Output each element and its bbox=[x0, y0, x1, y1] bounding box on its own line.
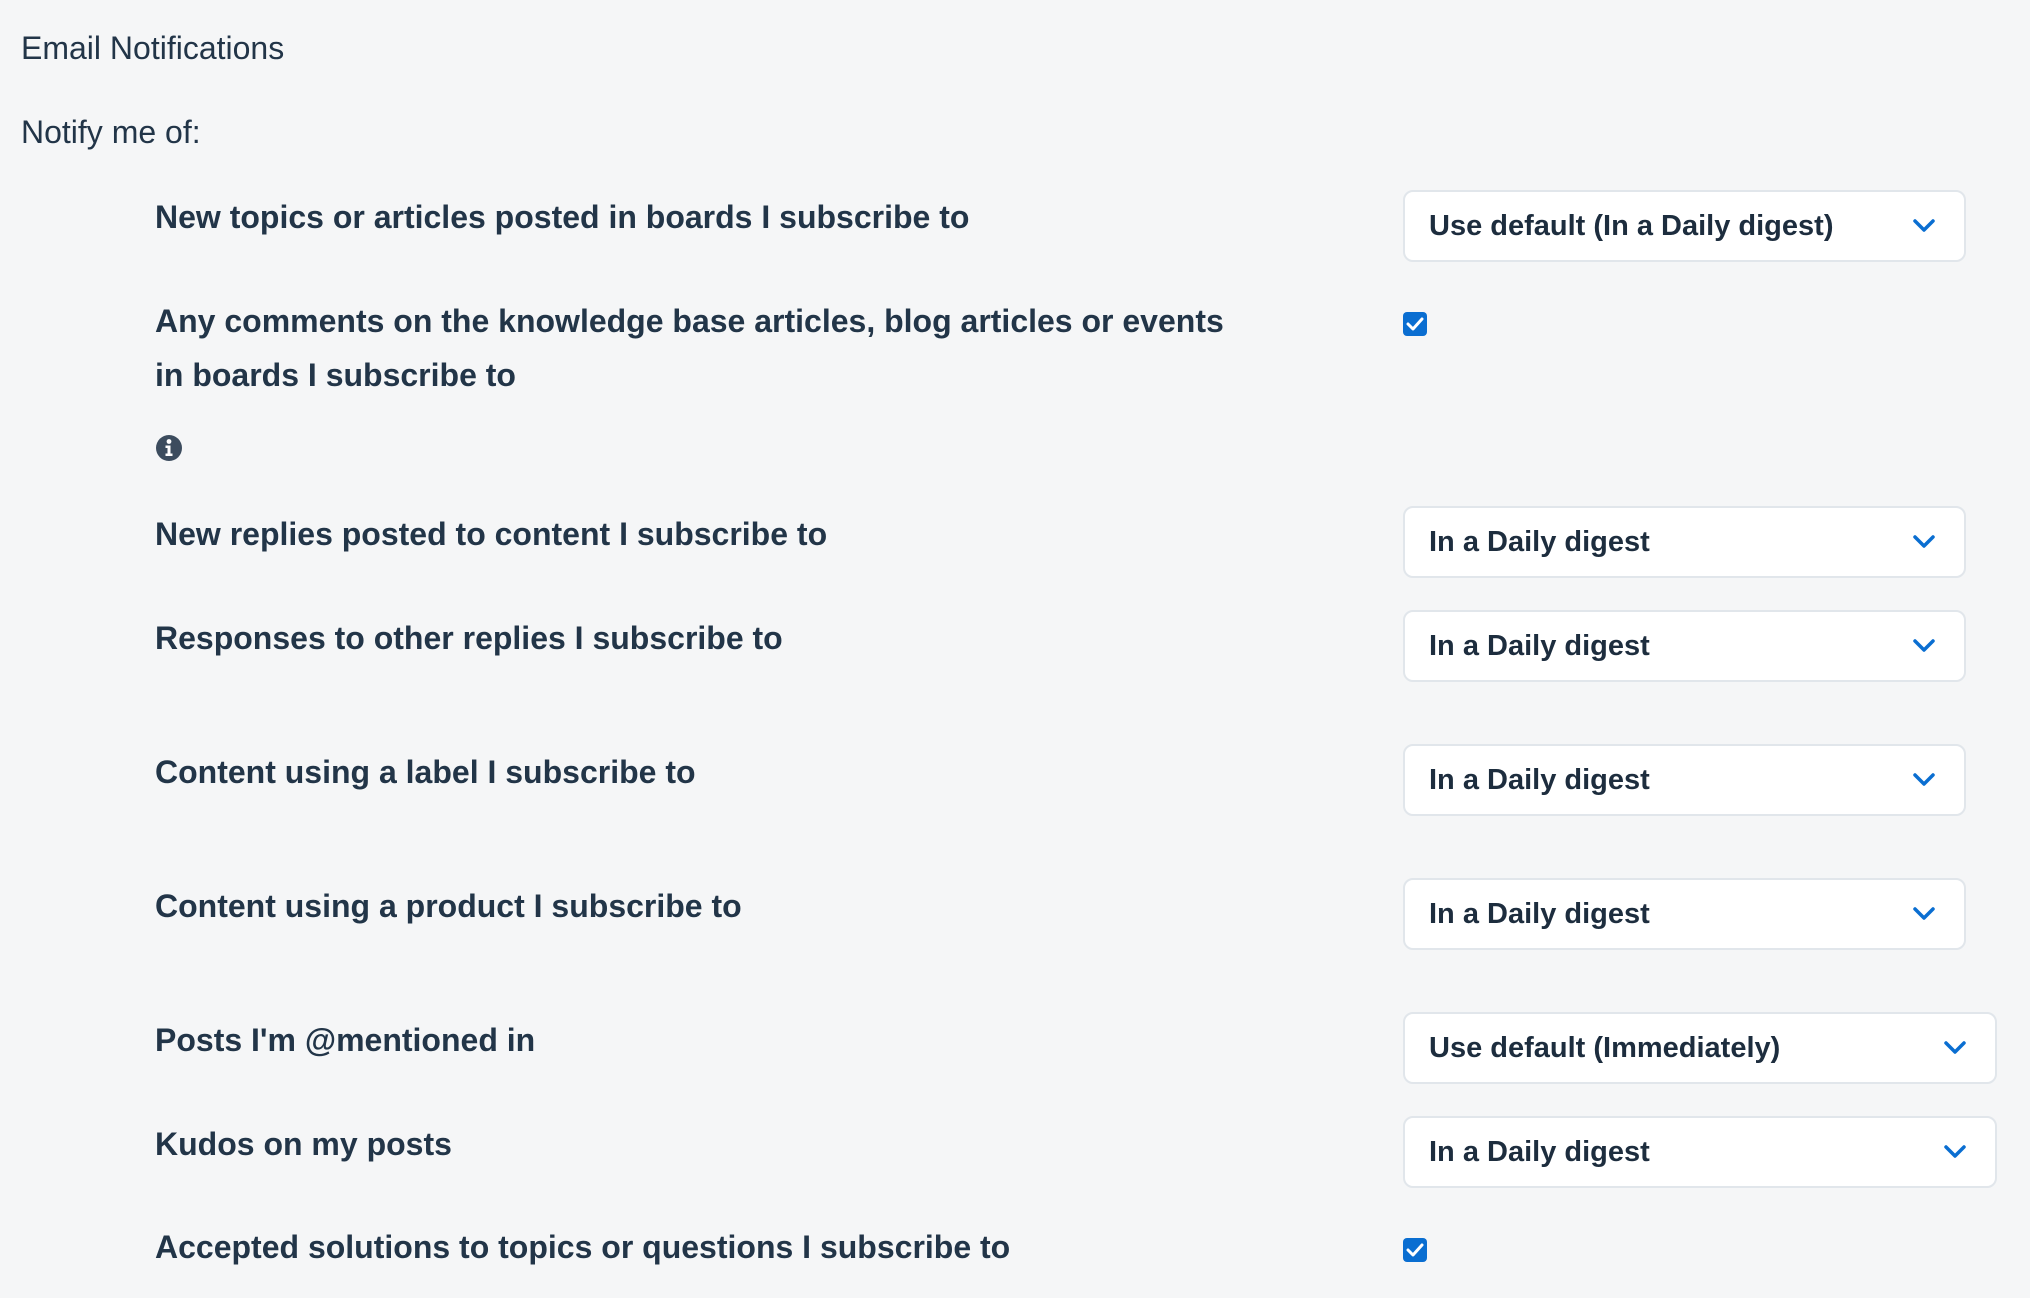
chevron-down-icon bbox=[1944, 1041, 1966, 1054]
select-mentions[interactable]: Use default (Immediately) bbox=[1403, 1012, 1997, 1084]
select-value: In a Daily digest bbox=[1429, 763, 1650, 796]
select-label-content[interactable]: In a Daily digest bbox=[1403, 744, 1966, 816]
select-value: In a Daily digest bbox=[1429, 525, 1650, 558]
select-product-content[interactable]: In a Daily digest bbox=[1403, 878, 1966, 950]
section-title: Email Notifications bbox=[21, 30, 285, 66]
option-label-label-content: Content using a label I subscribe to bbox=[155, 754, 696, 790]
chevron-down-icon bbox=[1913, 639, 1935, 652]
select-new-replies[interactable]: In a Daily digest bbox=[1403, 506, 1966, 578]
info-icon[interactable] bbox=[155, 434, 183, 462]
chevron-down-icon bbox=[1944, 1145, 1966, 1158]
checkbox-accepted-solutions[interactable] bbox=[1403, 1238, 1427, 1262]
chevron-down-icon bbox=[1913, 219, 1935, 232]
chevron-down-icon bbox=[1913, 907, 1935, 920]
option-label-kb-comments: Any comments on the knowledge base artic… bbox=[155, 303, 1224, 393]
select-responses[interactable]: In a Daily digest bbox=[1403, 610, 1966, 682]
option-label-new-replies: New replies posted to content I subscrib… bbox=[155, 516, 828, 552]
select-kudos[interactable]: In a Daily digest bbox=[1403, 1116, 1997, 1188]
option-label-responses: Responses to other replies I subscribe t… bbox=[155, 620, 783, 656]
chevron-down-icon bbox=[1913, 535, 1935, 548]
select-new-topics[interactable]: Use default (In a Daily digest) bbox=[1403, 190, 1966, 262]
option-label-new-topics: New topics or articles posted in boards … bbox=[155, 199, 970, 235]
checkmark-icon bbox=[1406, 1243, 1424, 1257]
checkbox-kb-comments[interactable] bbox=[1403, 312, 1427, 336]
select-value: Use default (Immediately) bbox=[1429, 1031, 1781, 1064]
option-label-kudos: Kudos on my posts bbox=[155, 1126, 452, 1162]
notify-me-label: Notify me of: bbox=[21, 114, 201, 150]
select-value: In a Daily digest bbox=[1429, 629, 1650, 662]
checkmark-icon bbox=[1406, 317, 1424, 331]
option-label-mentions: Posts I'm @mentioned in bbox=[155, 1022, 536, 1058]
chevron-down-icon bbox=[1913, 773, 1935, 786]
select-value: In a Daily digest bbox=[1429, 897, 1650, 930]
option-label-product-content: Content using a product I subscribe to bbox=[155, 888, 742, 924]
email-notifications-panel: Email Notifications Notify me of: New to… bbox=[0, 0, 2030, 1298]
option-label-accepted-solutions: Accepted solutions to topics or question… bbox=[155, 1229, 1011, 1265]
select-value: Use default (In a Daily digest) bbox=[1429, 209, 1834, 242]
select-value: In a Daily digest bbox=[1429, 1135, 1650, 1168]
